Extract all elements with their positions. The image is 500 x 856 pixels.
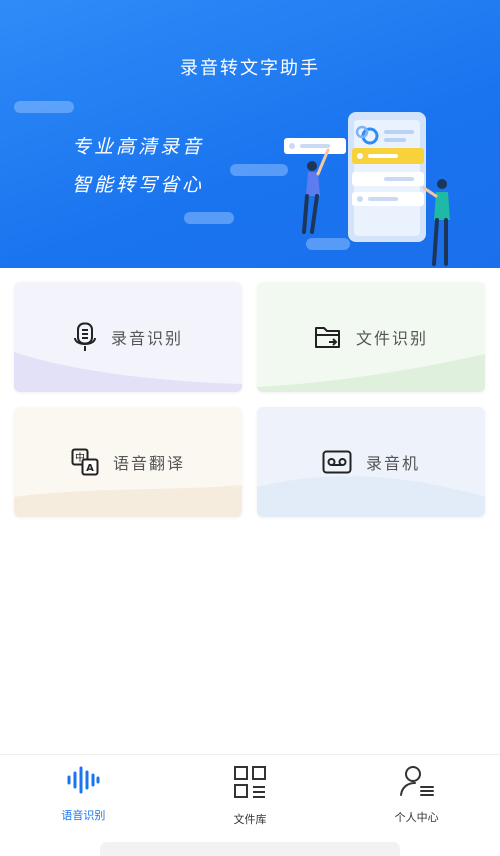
feature-card-voice-translation[interactable]: 中 A 语音翻译: [14, 407, 242, 517]
slogan-line-1: 专业高清录音: [72, 136, 205, 158]
tab-file-library[interactable]: 文件库: [167, 755, 334, 830]
feature-card-recorder[interactable]: 录音机: [257, 407, 485, 517]
feature-card-record-recognition[interactable]: 录音识别: [14, 282, 242, 392]
home-indicator: [100, 842, 400, 856]
decorative-bar: [184, 212, 234, 224]
banner-illustration: [284, 112, 450, 266]
tab-personal-center[interactable]: 个人中心: [333, 755, 500, 830]
grid-library-icon: [233, 765, 267, 803]
translate-icon: 中 A: [71, 448, 99, 476]
header-banner: 录音转文字助手 专业高清录音 智能转写省心: [0, 0, 500, 268]
feature-card-file-recognition[interactable]: 文件识别: [257, 282, 485, 392]
voice-wave-icon: [66, 765, 100, 799]
slogan-line-2: 智能转写省心: [72, 174, 205, 196]
cassette-recorder-icon: [322, 450, 352, 474]
svg-text:A: A: [86, 463, 94, 474]
page: 录音转文字助手 专业高清录音 智能转写省心 录音识别 文件识别 中 A 语音翻译…: [0, 0, 500, 856]
decorative-bar: [14, 101, 74, 113]
user-profile-icon: [399, 765, 435, 801]
bottom-tab-bar: 语音识别 文件库 个人中心: [0, 754, 500, 830]
tab-label: 文件库: [233, 813, 267, 826]
microphone-icon: [73, 322, 97, 352]
feature-label: 录音识别: [110, 329, 183, 348]
tab-voice-recognition[interactable]: 语音识别: [0, 755, 167, 830]
feature-label: 录音机: [365, 454, 420, 473]
feature-label: 文件识别: [355, 329, 428, 348]
folder-import-icon: [314, 324, 342, 350]
tab-label: 语音识别: [61, 809, 106, 822]
tab-label: 个人中心: [394, 811, 439, 824]
feature-label: 语音翻译: [112, 454, 185, 473]
app-title: 录音转文字助手: [180, 58, 320, 79]
